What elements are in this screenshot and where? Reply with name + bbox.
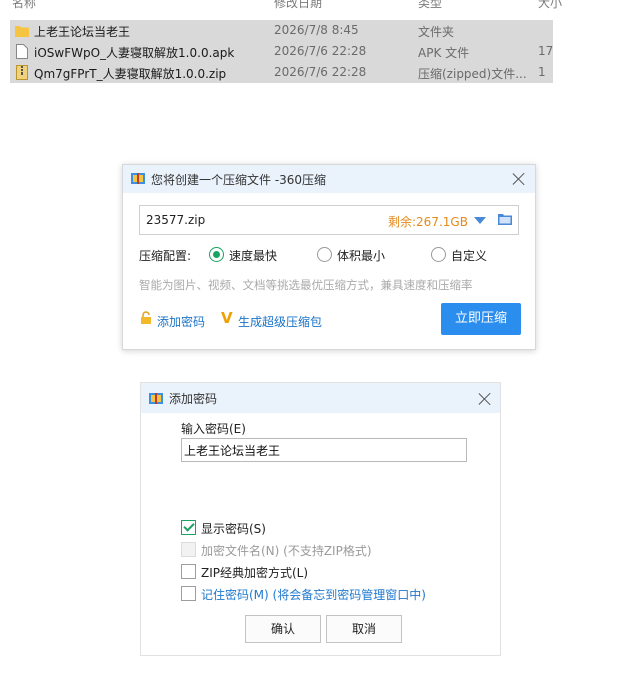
close-icon[interactable] bbox=[511, 171, 527, 187]
super-pack-link[interactable]: 生成超级压缩包 bbox=[238, 313, 322, 330]
file-size: 17 bbox=[538, 44, 554, 58]
password-input-label: 输入密码(E) bbox=[181, 422, 246, 436]
dropdown-arrow-icon[interactable] bbox=[474, 217, 486, 224]
archive-app-icon bbox=[149, 393, 163, 404]
compress-now-button[interactable]: 立即压缩 bbox=[441, 303, 521, 335]
radio-custom[interactable] bbox=[431, 247, 446, 262]
add-password-link[interactable]: 添加密码 bbox=[157, 313, 205, 330]
file-type: 压缩(zipped)文件... bbox=[418, 67, 527, 81]
show-password-label[interactable]: 显示密码(S) bbox=[201, 520, 266, 537]
encrypt-filenames-label: 加密文件名(N) (不支持ZIP格式) bbox=[201, 544, 372, 558]
password-dialog-titlebar[interactable]: 添加密码 bbox=[141, 383, 500, 413]
column-header-size[interactable]: 大小 bbox=[538, 0, 562, 11]
zip-classic-label[interactable]: ZIP经典加密方式(L) bbox=[201, 564, 308, 581]
radio-smallest[interactable] bbox=[317, 247, 332, 262]
free-space-label: 剩余:267.1GB bbox=[388, 215, 468, 229]
file-type: APK 文件 bbox=[418, 46, 470, 60]
column-header-date[interactable]: 修改日期 bbox=[274, 0, 322, 11]
lock-icon bbox=[141, 311, 151, 324]
file-name: iOSwFWpO_人妻寝取解放1.0.0.apk bbox=[34, 46, 235, 60]
file-row-zip[interactable]: Qm7gFPrT_人妻寝取解放1.0.0.zip 2026/7/6 22:28 … bbox=[10, 62, 553, 83]
radio-fastest[interactable] bbox=[209, 247, 224, 262]
column-header-name[interactable]: 名称 bbox=[12, 0, 36, 11]
column-header-type[interactable]: 类型 bbox=[418, 0, 442, 11]
radio-fastest-label[interactable]: 速度最快 bbox=[229, 247, 277, 264]
encrypt-filenames-checkbox bbox=[181, 542, 196, 557]
browse-folder-icon[interactable] bbox=[498, 213, 512, 225]
zip-classic-checkbox[interactable] bbox=[181, 564, 196, 579]
zip-file-icon bbox=[16, 65, 28, 80]
file-date: 2026/7/6 22:28 bbox=[274, 65, 367, 79]
remember-password-checkbox[interactable] bbox=[181, 586, 196, 601]
file-list: 名称 修改日期 类型 大小 上老王论坛当老王 2026/7/8 8:45 文件夹… bbox=[10, 0, 562, 84]
super-pack-v-icon: V bbox=[221, 309, 233, 327]
file-date: 2026/7/8 8:45 bbox=[274, 23, 359, 37]
password-value: 上老王论坛当老王 bbox=[184, 444, 281, 458]
folder-icon bbox=[15, 26, 29, 37]
compress-config-label: 压缩配置: bbox=[139, 249, 192, 263]
file-date: 2026/7/6 22:28 bbox=[274, 44, 367, 58]
compress-hint-text: 智能为图片、视频、文档等挑选最优压缩方式，兼具速度和压缩率 bbox=[139, 278, 473, 292]
password-input[interactable]: 上老王论坛当老王 bbox=[181, 438, 467, 462]
file-size: 1 bbox=[538, 65, 546, 79]
file-name: Qm7gFPrT_人妻寝取解放1.0.0.zip bbox=[34, 67, 227, 81]
password-dialog-title: 添加密码 bbox=[169, 392, 218, 406]
file-list-header: 名称 修改日期 类型 大小 bbox=[10, 0, 562, 11]
file-name: 上老王论坛当老王 bbox=[34, 25, 131, 39]
close-icon[interactable] bbox=[477, 391, 493, 407]
archive-filename[interactable]: 23577.zip bbox=[146, 213, 205, 227]
show-password-checkbox[interactable] bbox=[181, 520, 196, 535]
archive-path-field[interactable]: 23577.zip 剩余:267.1GB bbox=[139, 205, 519, 235]
file-icon bbox=[16, 44, 28, 59]
compress-dialog: 您将创建一个压缩文件 -360压缩 23577.zip 剩余:267.1GB 压… bbox=[122, 164, 536, 350]
remember-password-label[interactable]: 记住密码(M) (将会备忘到密码管理窗口中) bbox=[201, 586, 426, 603]
radio-smallest-label[interactable]: 体积最小 bbox=[337, 247, 385, 264]
ok-button[interactable]: 确认 bbox=[245, 615, 321, 643]
file-type: 文件夹 bbox=[418, 25, 455, 39]
compress-dialog-titlebar[interactable]: 您将创建一个压缩文件 -360压缩 bbox=[123, 165, 535, 193]
file-row-apk[interactable]: iOSwFWpO_人妻寝取解放1.0.0.apk 2026/7/6 22:28 … bbox=[10, 41, 553, 62]
compress-dialog-title: 您将创建一个压缩文件 -360压缩 bbox=[151, 173, 327, 187]
archive-app-icon bbox=[131, 173, 145, 184]
password-dialog: 添加密码 输入密码(E) 上老王论坛当老王 显示密码(S) 加密文件名(N) (… bbox=[140, 382, 501, 656]
file-row-folder[interactable]: 上老王论坛当老王 2026/7/8 8:45 文件夹 bbox=[10, 20, 553, 41]
radio-custom-label[interactable]: 自定义 bbox=[451, 247, 487, 264]
cancel-button[interactable]: 取消 bbox=[326, 615, 402, 643]
